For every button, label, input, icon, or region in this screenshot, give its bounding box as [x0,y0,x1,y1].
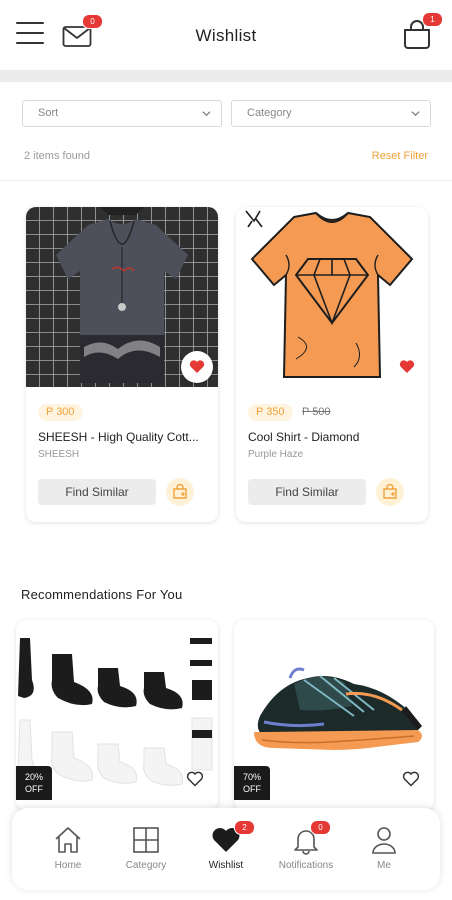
app-header: 0 Wishlist 1 [0,0,452,70]
recommendation-card[interactable]: 70% OFF [234,620,434,810]
add-to-cart-button[interactable] [376,478,404,506]
wishlist-badge: 2 [234,820,255,835]
category-label: Category [247,107,292,119]
find-similar-button[interactable]: Find Similar [248,479,366,505]
nav-home[interactable]: Home [28,808,108,890]
add-to-cart-button[interactable] [166,478,194,506]
nav-me[interactable]: Me [344,808,424,890]
nav-notifications[interactable]: 0 Notifications [266,808,346,890]
user-icon [372,827,396,854]
nav-wishlist[interactable]: 2 Wishlist [186,808,266,890]
nav-label: Category [125,860,167,871]
nav-category[interactable]: Category [106,808,186,890]
product-brand: SHEESH [38,449,80,460]
heart-icon [399,360,415,373]
bottom-navigation: Home Category 2 Wishlist 0 Notifications… [12,808,440,890]
items-count: 2 items found [24,150,91,162]
heart-icon [189,360,205,373]
heart-outline-icon[interactable] [186,770,204,788]
sort-label: Sort [38,107,59,119]
nav-label: Notifications [278,860,334,871]
price-tag: P 350 [248,404,293,421]
chevron-down-icon [411,111,420,117]
original-price: P 500 [302,406,331,418]
product-brand: Purple Haze [248,449,304,460]
section-divider [0,180,452,181]
discount-badge: 20% OFF [16,766,52,800]
discount-badge: 70% OFF [234,766,270,800]
product-name[interactable]: Cool Shirt - Diamond [248,430,418,444]
nav-label: Home [54,860,82,871]
category-dropdown[interactable]: Category [231,100,431,127]
price-tag: P 300 [38,404,83,421]
reset-filter-link[interactable]: Reset Filter [372,150,428,162]
discount-suffix: OFF [243,784,261,794]
wishlist-card[interactable]: P 300 SHEESH - High Quality Cott... SHEE… [26,207,218,522]
wishlist-card[interactable]: P 350 P 500 Cool Shirt - Diamond Purple … [236,207,428,522]
header-divider [0,70,452,82]
product-image[interactable] [236,207,428,387]
find-similar-button[interactable]: Find Similar [38,479,156,505]
cart-add-icon [383,484,397,499]
page-title: Wishlist [195,26,257,45]
cart-badge: 1 [422,12,443,27]
nav-label: Wishlist [208,860,244,871]
heart-outline-icon[interactable] [402,770,420,788]
grid-icon [133,827,159,853]
sort-dropdown[interactable]: Sort [22,100,222,127]
product-image[interactable] [26,207,218,387]
wishlist-toggle[interactable] [181,351,213,383]
discount-percent: 20% [24,772,43,782]
notifications-badge: 0 [310,820,331,835]
wishlist-toggle[interactable] [391,351,423,383]
nav-label: Me [377,860,391,871]
cart-button[interactable]: 1 [402,12,443,50]
recommendation-card[interactable]: 20% OFF [16,620,218,810]
cart-add-icon [173,484,187,499]
chevron-down-icon [202,111,211,117]
product-name[interactable]: SHEESH - High Quality Cott... [38,430,208,444]
home-icon [55,827,81,853]
discount-percent: 70% [242,772,261,782]
recommendations-heading: Recommendations For You [21,587,183,602]
discount-suffix: OFF [25,784,43,794]
